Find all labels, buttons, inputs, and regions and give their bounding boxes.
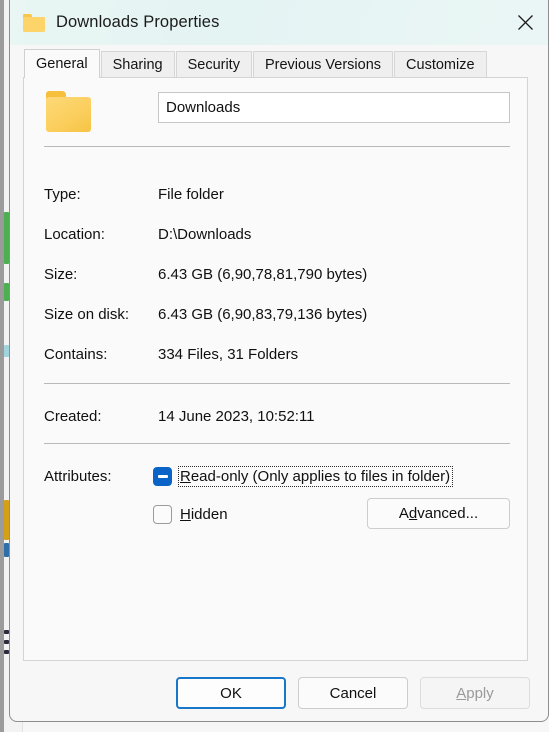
hidden-checkbox-row[interactable]: Hidden (153, 503, 230, 525)
property-row-type: Type: File folder (44, 186, 514, 206)
tab-previous-versions[interactable]: Previous Versions (252, 51, 394, 78)
tab-general-label: General (36, 56, 88, 72)
hidden-checkbox[interactable] (153, 504, 172, 524)
tab-security[interactable]: Security (175, 51, 252, 78)
attributes-label: Attributes: (44, 468, 112, 485)
readonly-checkbox[interactable] (153, 466, 172, 486)
property-value-type: File folder (158, 186, 224, 203)
property-label-type: Type: (44, 186, 81, 203)
apply-button: Apply (420, 677, 530, 709)
property-label-size: Size: (44, 266, 78, 283)
dialog-titlebar[interactable]: Downloads Properties (10, 0, 548, 45)
screen: Downloads Properties General Sharing Sec… (0, 0, 549, 732)
property-row-location: Location: D:\Downloads (44, 226, 514, 246)
property-row-size: Size: 6.43 GB (6,90,78,81,790 bytes) (44, 266, 514, 286)
property-label-created: Created: (44, 408, 102, 425)
readonly-checkbox-label: Read-only (Only applies to files in fold… (177, 465, 454, 487)
folder-name-input[interactable]: Downloads (158, 92, 510, 123)
tab-previous-versions-label: Previous Versions (264, 57, 382, 73)
readonly-text-rest: ead-only (Only applies to files in folde… (190, 467, 451, 485)
property-label-contains: Contains: (44, 346, 108, 363)
advanced-post: vanced... (417, 505, 479, 522)
divider-3 (44, 443, 510, 444)
property-value-size: 6.43 GB (6,90,78,81,790 bytes) (158, 266, 368, 283)
apply-button-label: Apply (456, 685, 494, 702)
apply-accel: A (456, 684, 467, 702)
property-value-size-on-disk: 6.43 GB (6,90,83,79,136 bytes) (158, 306, 368, 323)
property-value-created: 14 June 2023, 10:52:11 (158, 408, 315, 425)
general-tab-page: Downloads Type: File folder Location: D:… (23, 77, 528, 661)
tab-customize[interactable]: Customize (394, 51, 487, 78)
property-row-contains: Contains: 334 Files, 31 Folders (44, 346, 514, 366)
tab-customize-label: Customize (406, 57, 475, 73)
background-window-edge (0, 0, 4, 732)
property-label-size-on-disk: Size on disk: (44, 306, 130, 323)
folder-icon (23, 13, 45, 32)
advanced-button[interactable]: Advanced... (367, 498, 510, 529)
property-value-contains: 334 Files, 31 Folders (158, 346, 299, 363)
dialog-title: Downloads Properties (56, 13, 220, 31)
divider-2 (44, 383, 510, 384)
property-row-created: Created: 14 June 2023, 10:52:11 (44, 408, 514, 428)
folder-icon-large (45, 91, 92, 133)
hidden-checkbox-label: Hidden (179, 505, 230, 524)
hidden-accel: H (180, 505, 191, 523)
folder-icon-large-wrap (45, 91, 92, 135)
close-icon[interactable] (502, 0, 548, 45)
folder-name-value: Downloads (166, 99, 241, 116)
ok-button-label: OK (220, 684, 242, 702)
cancel-button[interactable]: Cancel (298, 677, 408, 709)
hidden-text-rest: idden (190, 505, 228, 523)
property-row-size-on-disk: Size on disk: 6.43 GB (6,90,83,79,136 by… (44, 306, 514, 326)
apply-rest: pply (466, 684, 494, 702)
divider-1 (44, 146, 510, 147)
property-label-location: Location: (44, 226, 105, 243)
tab-general[interactable]: General (24, 49, 100, 78)
advanced-button-label: Advanced... (399, 505, 478, 522)
tab-security-label: Security (187, 57, 240, 73)
tab-sharing-label: Sharing (112, 57, 163, 73)
advanced-pre: A (398, 505, 409, 522)
property-value-location: D:\Downloads (158, 226, 252, 243)
readonly-accel: R (180, 467, 191, 485)
tab-strip: General Sharing Security Previous Versio… (10, 49, 548, 78)
advanced-accel: d (408, 505, 418, 522)
ok-button[interactable]: OK (176, 677, 286, 709)
dialog-footer: OK Cancel Apply (10, 665, 548, 721)
cancel-button-label: Cancel (329, 684, 377, 702)
properties-dialog: Downloads Properties General Sharing Sec… (9, 0, 549, 722)
tab-sharing[interactable]: Sharing (100, 51, 175, 78)
readonly-checkbox-row[interactable]: Read-only (Only applies to files in fold… (153, 465, 454, 487)
